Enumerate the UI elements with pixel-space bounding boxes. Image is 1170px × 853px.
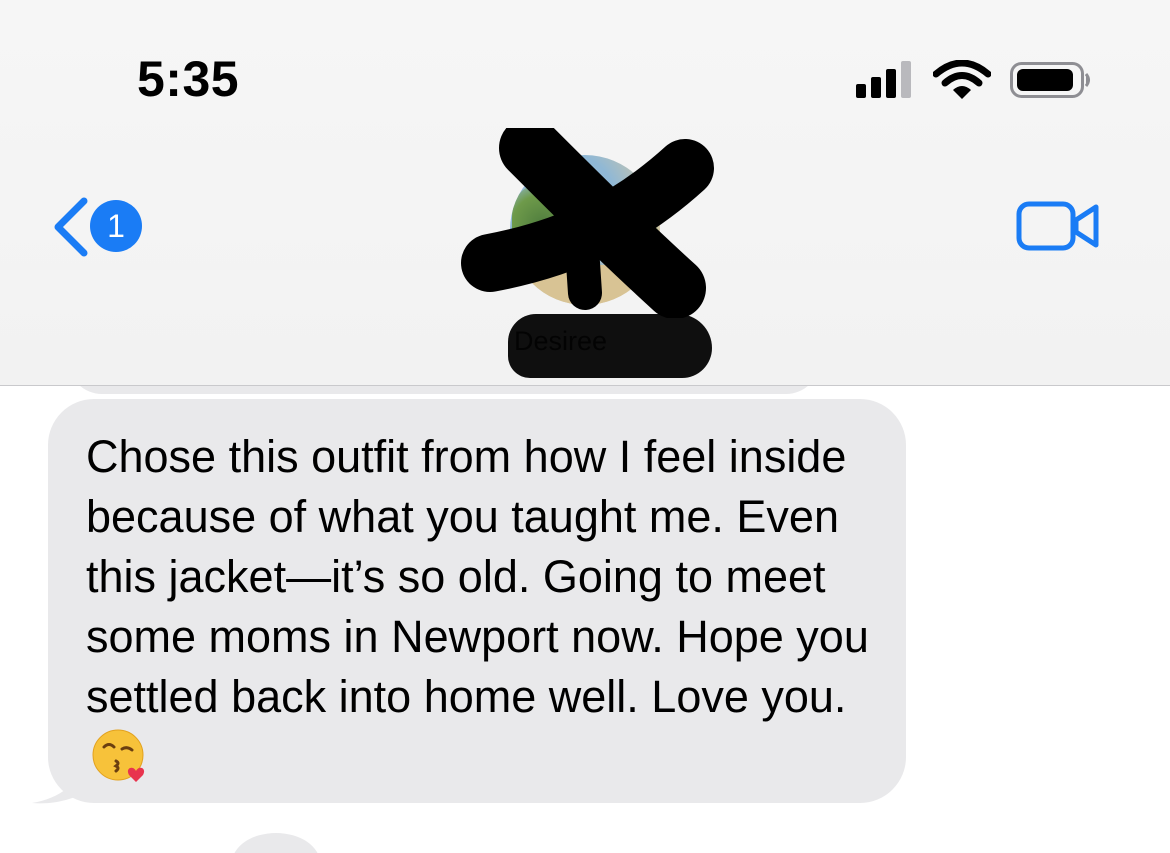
kissing-face-with-heart-emoji: [92, 729, 145, 782]
wifi-icon: [933, 60, 991, 99]
message-text: Chose this outfit from how I feel inside…: [86, 427, 876, 790]
messages-screen: Chose this outfit from how I feel inside…: [0, 0, 1170, 853]
conversation-header: 5:35 1 Desiree: [0, 0, 1170, 386]
battery-icon: [1010, 62, 1090, 98]
chevron-left-icon: [54, 197, 88, 257]
unread-count-badge: 1: [90, 200, 142, 252]
contact-name[interactable]: Desiree: [514, 326, 607, 357]
video-camera-icon: [1016, 201, 1099, 251]
incoming-message-bubble[interactable]: Chose this outfit from how I feel inside…: [48, 399, 906, 803]
message-body: Chose this outfit from how I feel inside…: [86, 431, 882, 722]
cellular-signal-icon: [856, 60, 916, 98]
video-call-button[interactable]: [1016, 200, 1100, 252]
contact-avatar[interactable]: [510, 155, 660, 305]
status-time: 5:35: [137, 51, 240, 107]
back-button[interactable]: 1: [44, 195, 154, 257]
next-message-bubble[interactable]: [232, 833, 320, 853]
